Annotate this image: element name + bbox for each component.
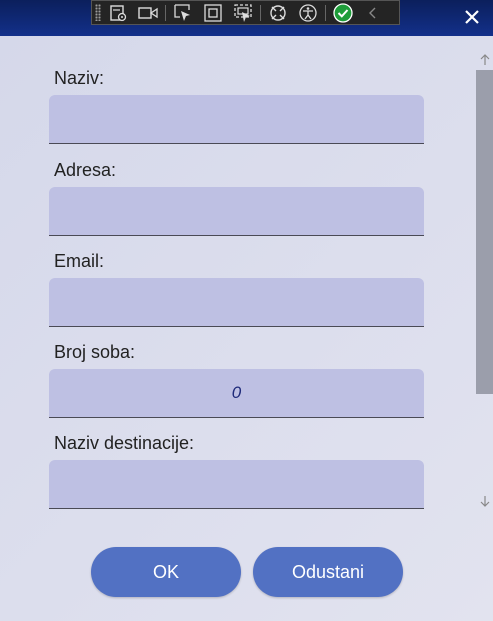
close-icon[interactable] <box>461 6 483 28</box>
debug-toolbar <box>91 0 400 25</box>
accessibility-icon[interactable] <box>295 2 321 24</box>
live-visual-tree-icon[interactable] <box>105 2 131 24</box>
toolbar-separator <box>260 4 261 21</box>
select-element-icon[interactable] <box>170 2 196 24</box>
toolbar-separator <box>325 4 326 21</box>
toolbar-separator <box>165 4 166 21</box>
adresa-input[interactable] <box>49 187 424 236</box>
scrollbar-thumb[interactable] <box>476 70 493 394</box>
broj-soba-input[interactable]: 0 <box>49 369 424 418</box>
email-input[interactable] <box>49 278 424 327</box>
binding-ok-icon[interactable] <box>330 2 356 24</box>
collapse-icon[interactable] <box>360 2 386 24</box>
toolbar-grip[interactable] <box>95 4 101 21</box>
hot-reload-icon[interactable] <box>265 2 291 24</box>
email-label: Email: <box>54 251 105 271</box>
scroll-down-icon[interactable] <box>478 494 492 508</box>
broj-soba-label: Broj soba: <box>54 342 136 362</box>
scroll-up-icon[interactable] <box>478 53 492 67</box>
adresa-label: Adresa: <box>54 160 117 180</box>
naziv-input[interactable] <box>49 95 424 144</box>
naziv-destinacije-input[interactable] <box>49 460 424 509</box>
ok-button[interactable]: OK <box>91 547 241 597</box>
record-icon[interactable] <box>135 2 161 24</box>
cancel-button[interactable]: Odustani <box>253 547 403 597</box>
display-layout-adorners-icon[interactable] <box>200 2 226 24</box>
title-bar <box>0 0 493 36</box>
track-focus-icon[interactable] <box>230 2 256 24</box>
naziv-label: Naziv: <box>54 68 105 88</box>
naziv-destinacije-label: Naziv destinacije: <box>54 433 195 453</box>
